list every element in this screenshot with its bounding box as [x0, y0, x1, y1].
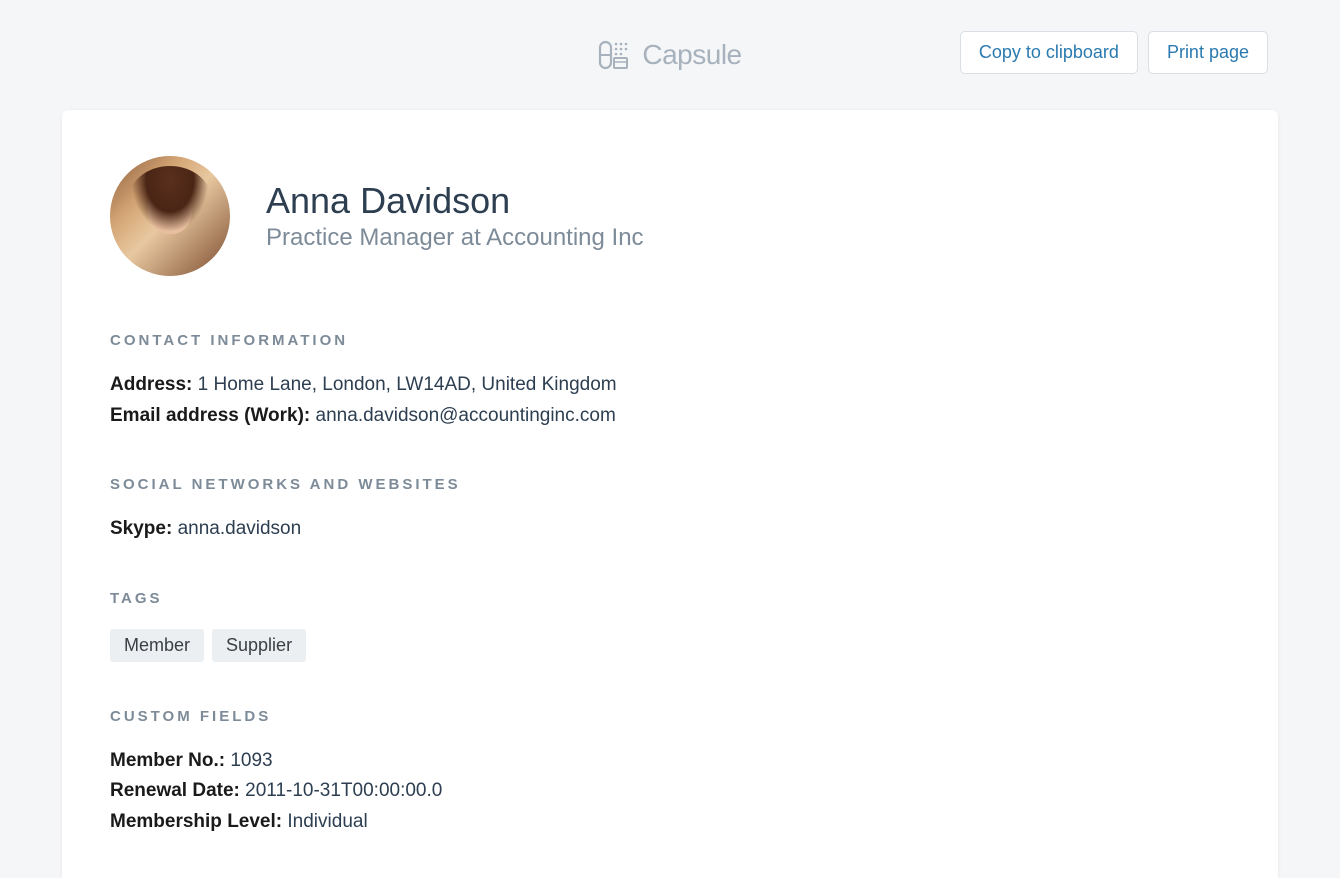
field-email: Email address (Work): anna.davidson@acco… — [110, 402, 1230, 431]
field-label: Skype: — [110, 518, 172, 539]
field-label: Member No.: — [110, 750, 225, 771]
section-heading: TAGS — [110, 590, 1230, 607]
copy-to-clipboard-button[interactable]: Copy to clipboard — [960, 31, 1138, 74]
contact-card: Anna Davidson Practice Manager at Accoun… — [62, 110, 1278, 878]
field-label: Renewal Date: — [110, 780, 240, 801]
tags-row: Member Supplier — [110, 629, 1230, 662]
section-heading: CUSTOM FIELDS — [110, 708, 1230, 725]
topbar: Capsule Copy to clipboard Print page — [0, 0, 1340, 110]
section-heading: SOCIAL NETWORKS AND WEBSITES — [110, 476, 1230, 493]
field-skype: Skype: anna.davidson — [110, 515, 1230, 544]
print-page-button[interactable]: Print page — [1148, 31, 1268, 74]
field-value: 1093 — [230, 750, 272, 771]
field-label: Email address (Work): — [110, 405, 310, 426]
field-label: Membership Level: — [110, 811, 282, 832]
field-renewal-date: Renewal Date: 2011-10-31T00:00:00.0 — [110, 777, 1230, 806]
person-info: Anna Davidson Practice Manager at Accoun… — [266, 180, 644, 252]
person-name: Anna Davidson — [266, 180, 644, 222]
action-buttons: Copy to clipboard Print page — [960, 31, 1268, 74]
field-value: 2011-10-31T00:00:00.0 — [245, 780, 442, 801]
field-value: anna.davidson@accountinginc.com — [316, 405, 616, 426]
section-contact-information: CONTACT INFORMATION Address: 1 Home Lane… — [110, 332, 1230, 430]
section-social-networks: SOCIAL NETWORKS AND WEBSITES Skype: anna… — [110, 476, 1230, 544]
app-logo: Capsule — [598, 38, 741, 72]
field-value: anna.davidson — [178, 518, 302, 539]
field-address: Address: 1 Home Lane, London, LW14AD, Un… — [110, 371, 1230, 400]
avatar — [110, 156, 230, 276]
person-subtitle: Practice Manager at Accounting Inc — [266, 224, 644, 252]
tag: Supplier — [212, 629, 306, 662]
section-custom-fields: CUSTOM FIELDS Member No.: 1093 Renewal D… — [110, 708, 1230, 837]
section-tags: TAGS Member Supplier — [110, 590, 1230, 662]
person-header: Anna Davidson Practice Manager at Accoun… — [110, 156, 1230, 276]
field-value: Individual — [287, 811, 367, 832]
capsule-icon — [598, 38, 632, 72]
field-value: 1 Home Lane, London, LW14AD, United King… — [198, 374, 617, 395]
field-member-no: Member No.: 1093 — [110, 747, 1230, 776]
app-name: Capsule — [642, 39, 741, 71]
field-membership-level: Membership Level: Individual — [110, 808, 1230, 837]
tag: Member — [110, 629, 204, 662]
section-heading: CONTACT INFORMATION — [110, 332, 1230, 349]
field-label: Address: — [110, 374, 192, 395]
